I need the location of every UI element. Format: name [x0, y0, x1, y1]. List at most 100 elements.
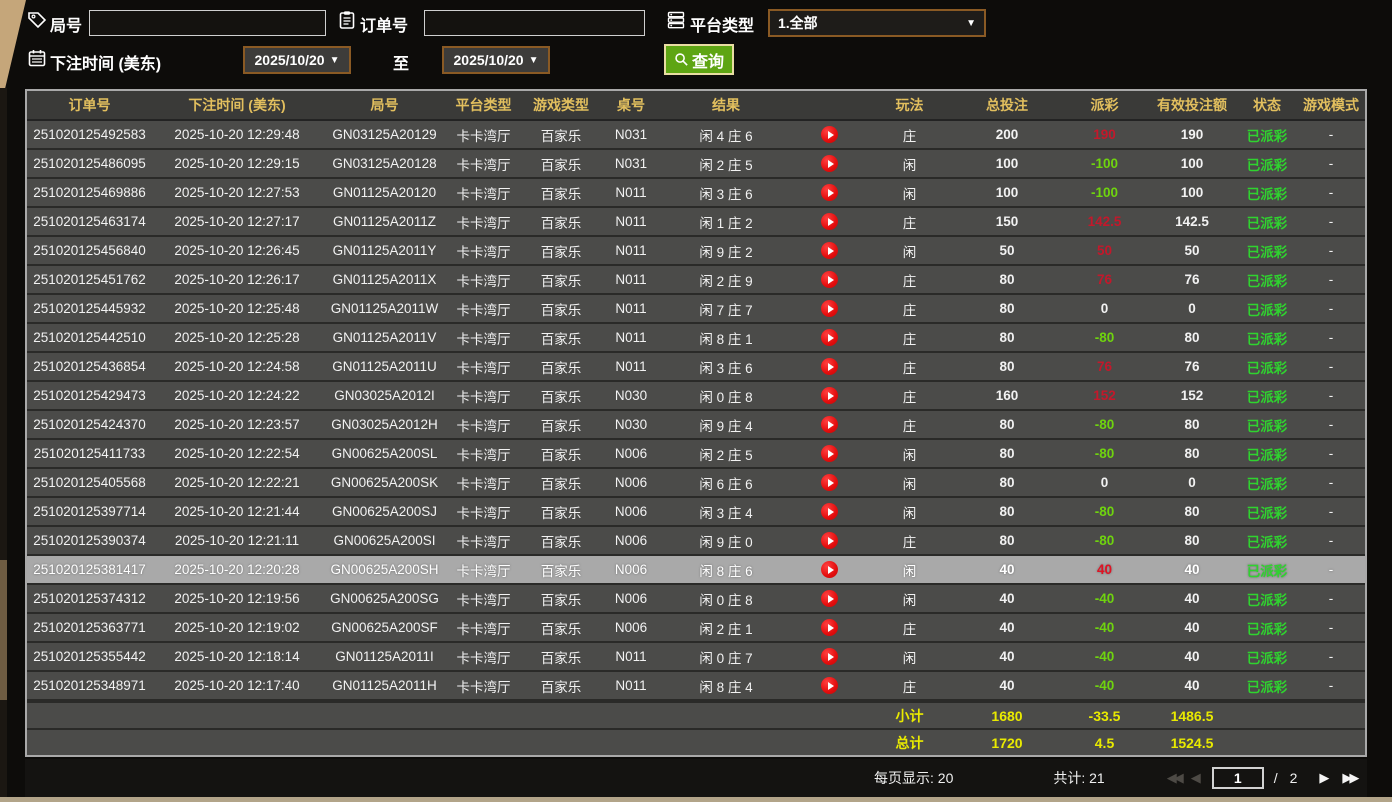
cell-payout: -80: [1094, 417, 1115, 432]
date-to-picker[interactable]: 2025/10/20 ▼: [442, 46, 550, 74]
cell-status: 已派彩: [1246, 215, 1288, 231]
cell-game: 百家乐: [540, 679, 582, 695]
cell-platform: 卡卡湾厅: [456, 592, 511, 608]
table-row-selected[interactable]: 251020125381417 2025-10-20 12:20:28 GN0062…: [27, 556, 1365, 585]
replay-icon[interactable]: [792, 532, 867, 549]
cell-mode: -: [1328, 156, 1334, 171]
cell-mode: -: [1328, 649, 1334, 664]
cell-status: 已派彩: [1246, 534, 1288, 550]
cell-payout: -80: [1094, 330, 1115, 345]
query-button[interactable]: 查询: [664, 44, 734, 75]
next-page-icon[interactable]: ▶: [1319, 770, 1329, 786]
replay-icon[interactable]: [792, 329, 867, 346]
replay-icon[interactable]: [792, 184, 867, 201]
table-row[interactable]: 251020125442510 2025-10-20 12:25:28 GN0112…: [27, 324, 1365, 353]
replay-icon[interactable]: [792, 619, 867, 636]
cell-platform: 卡卡湾厅: [456, 447, 511, 463]
cell-valid-bet: 152: [1180, 388, 1204, 403]
replay-icon[interactable]: [792, 590, 867, 607]
replay-icon[interactable]: [792, 503, 867, 520]
last-page-icon[interactable]: ▶▶: [1342, 770, 1359, 786]
table-row[interactable]: 251020125451762 2025-10-20 12:26:17 GN0112…: [27, 266, 1365, 295]
cell-play: 闲: [902, 447, 917, 463]
table-row[interactable]: 251020125445932 2025-10-20 12:25:48 GN0112…: [27, 295, 1365, 324]
table-row[interactable]: 251020125355442 2025-10-20 12:18:14 GN0112…: [27, 643, 1365, 672]
replay-icon[interactable]: [792, 387, 867, 404]
platform-select-value: 1.全部: [778, 15, 818, 31]
order-input[interactable]: [424, 10, 645, 36]
cell-status: 已派彩: [1246, 650, 1288, 666]
query-button-label: 查询: [691, 53, 724, 71]
cell-valid-bet: 76: [1184, 272, 1200, 287]
cell-round: GN01125A2011Y: [332, 243, 437, 258]
cell-valid-bet: 80: [1184, 533, 1200, 548]
cell-time: 2025-10-20 12:26:17: [174, 272, 300, 287]
replay-icon[interactable]: [792, 213, 867, 230]
platform-select[interactable]: 1.全部 ▼: [768, 9, 986, 37]
total-count-label: 共计: 21: [1053, 770, 1105, 786]
table-row[interactable]: 251020125397714 2025-10-20 12:21:44 GN0062…: [27, 498, 1365, 527]
table-row[interactable]: 251020125429473 2025-10-20 12:24:22 GN0302…: [27, 382, 1365, 411]
cell-result: 闲 0 庄 7: [699, 650, 753, 666]
table-row[interactable]: 251020125411733 2025-10-20 12:22:54 GN0062…: [27, 440, 1365, 469]
replay-icon[interactable]: [792, 271, 867, 288]
cell-game: 百家乐: [540, 128, 582, 144]
cell-time: 2025-10-20 12:29:15: [174, 156, 300, 171]
cell-platform: 卡卡湾厅: [456, 389, 511, 405]
table-row[interactable]: 251020125390374 2025-10-20 12:21:11 GN0062…: [27, 527, 1365, 556]
table-row[interactable]: 251020125405568 2025-10-20 12:22:21 GN0062…: [27, 469, 1365, 498]
replay-icon[interactable]: [792, 474, 867, 491]
round-input[interactable]: [89, 10, 326, 36]
cell-order: 251020125469886: [33, 185, 146, 200]
table-row[interactable]: 251020125492583 2025-10-20 12:29:48 GN0312…: [27, 121, 1365, 150]
cell-time: 2025-10-20 12:27:17: [174, 214, 300, 229]
page-separator: /: [1273, 770, 1278, 786]
cell-mode: -: [1328, 562, 1334, 577]
table-row[interactable]: 251020125374312 2025-10-20 12:19:56 GN0062…: [27, 585, 1365, 614]
date-from-picker[interactable]: 2025/10/20 ▼: [243, 46, 351, 74]
cell-valid-bet: 40: [1184, 620, 1200, 635]
replay-icon[interactable]: [792, 126, 867, 143]
table-row[interactable]: 251020125363771 2025-10-20 12:19:02 GN0062…: [27, 614, 1365, 643]
cell-table-no: N006: [614, 475, 648, 490]
cell-round: GN01125A2011I: [335, 649, 434, 664]
replay-icon[interactable]: [792, 648, 867, 665]
table-row[interactable]: 251020125486095 2025-10-20 12:29:15 GN0312…: [27, 150, 1365, 179]
total-payout: 4.5: [1094, 734, 1115, 751]
cell-platform: 卡卡湾厅: [456, 476, 511, 492]
cell-platform: 卡卡湾厅: [456, 302, 511, 318]
prev-page-icon[interactable]: ◀: [1191, 770, 1201, 786]
cell-order: 251020125411733: [33, 446, 146, 461]
cell-mode: -: [1328, 620, 1334, 635]
cell-valid-bet: 0: [1188, 301, 1196, 316]
cell-status: 已派彩: [1246, 389, 1288, 405]
table-row[interactable]: 251020125436854 2025-10-20 12:24:58 GN0112…: [27, 353, 1365, 382]
table-row[interactable]: 251020125348971 2025-10-20 12:17:40 GN0112…: [27, 672, 1365, 701]
cell-status: 已派彩: [1246, 186, 1288, 202]
replay-icon[interactable]: [792, 561, 867, 578]
cell-payout: 50: [1096, 243, 1113, 258]
cell-play: 闲: [902, 505, 917, 521]
page-number-input[interactable]: [1211, 767, 1264, 789]
replay-icon[interactable]: [792, 416, 867, 433]
replay-icon[interactable]: [792, 677, 867, 694]
cell-time: 2025-10-20 12:20:28: [174, 562, 300, 577]
cell-table-no: N011: [615, 214, 647, 229]
table-row[interactable]: 251020125424370 2025-10-20 12:23:57 GN0302…: [27, 411, 1365, 440]
cell-platform: 卡卡湾厅: [456, 186, 511, 202]
cell-valid-bet: 142.5: [1175, 214, 1209, 229]
replay-icon[interactable]: [792, 358, 867, 375]
cell-payout: -40: [1094, 649, 1115, 664]
table-row[interactable]: 251020125469886 2025-10-20 12:27:53 GN0112…: [27, 179, 1365, 208]
table-row[interactable]: 251020125456840 2025-10-20 12:26:45 GN0112…: [27, 237, 1365, 266]
cell-table-no: N011: [615, 678, 647, 693]
replay-icon[interactable]: [792, 445, 867, 462]
replay-icon[interactable]: [792, 242, 867, 259]
cell-round: GN00625A200SG: [330, 591, 439, 606]
table-row[interactable]: 251020125463174 2025-10-20 12:27:17 GN0112…: [27, 208, 1365, 237]
replay-icon[interactable]: [792, 155, 867, 172]
cell-platform: 卡卡湾厅: [456, 563, 511, 579]
replay-icon[interactable]: [792, 300, 867, 317]
first-page-icon[interactable]: ◀◀: [1167, 770, 1184, 786]
cell-play: 闲: [902, 650, 917, 666]
